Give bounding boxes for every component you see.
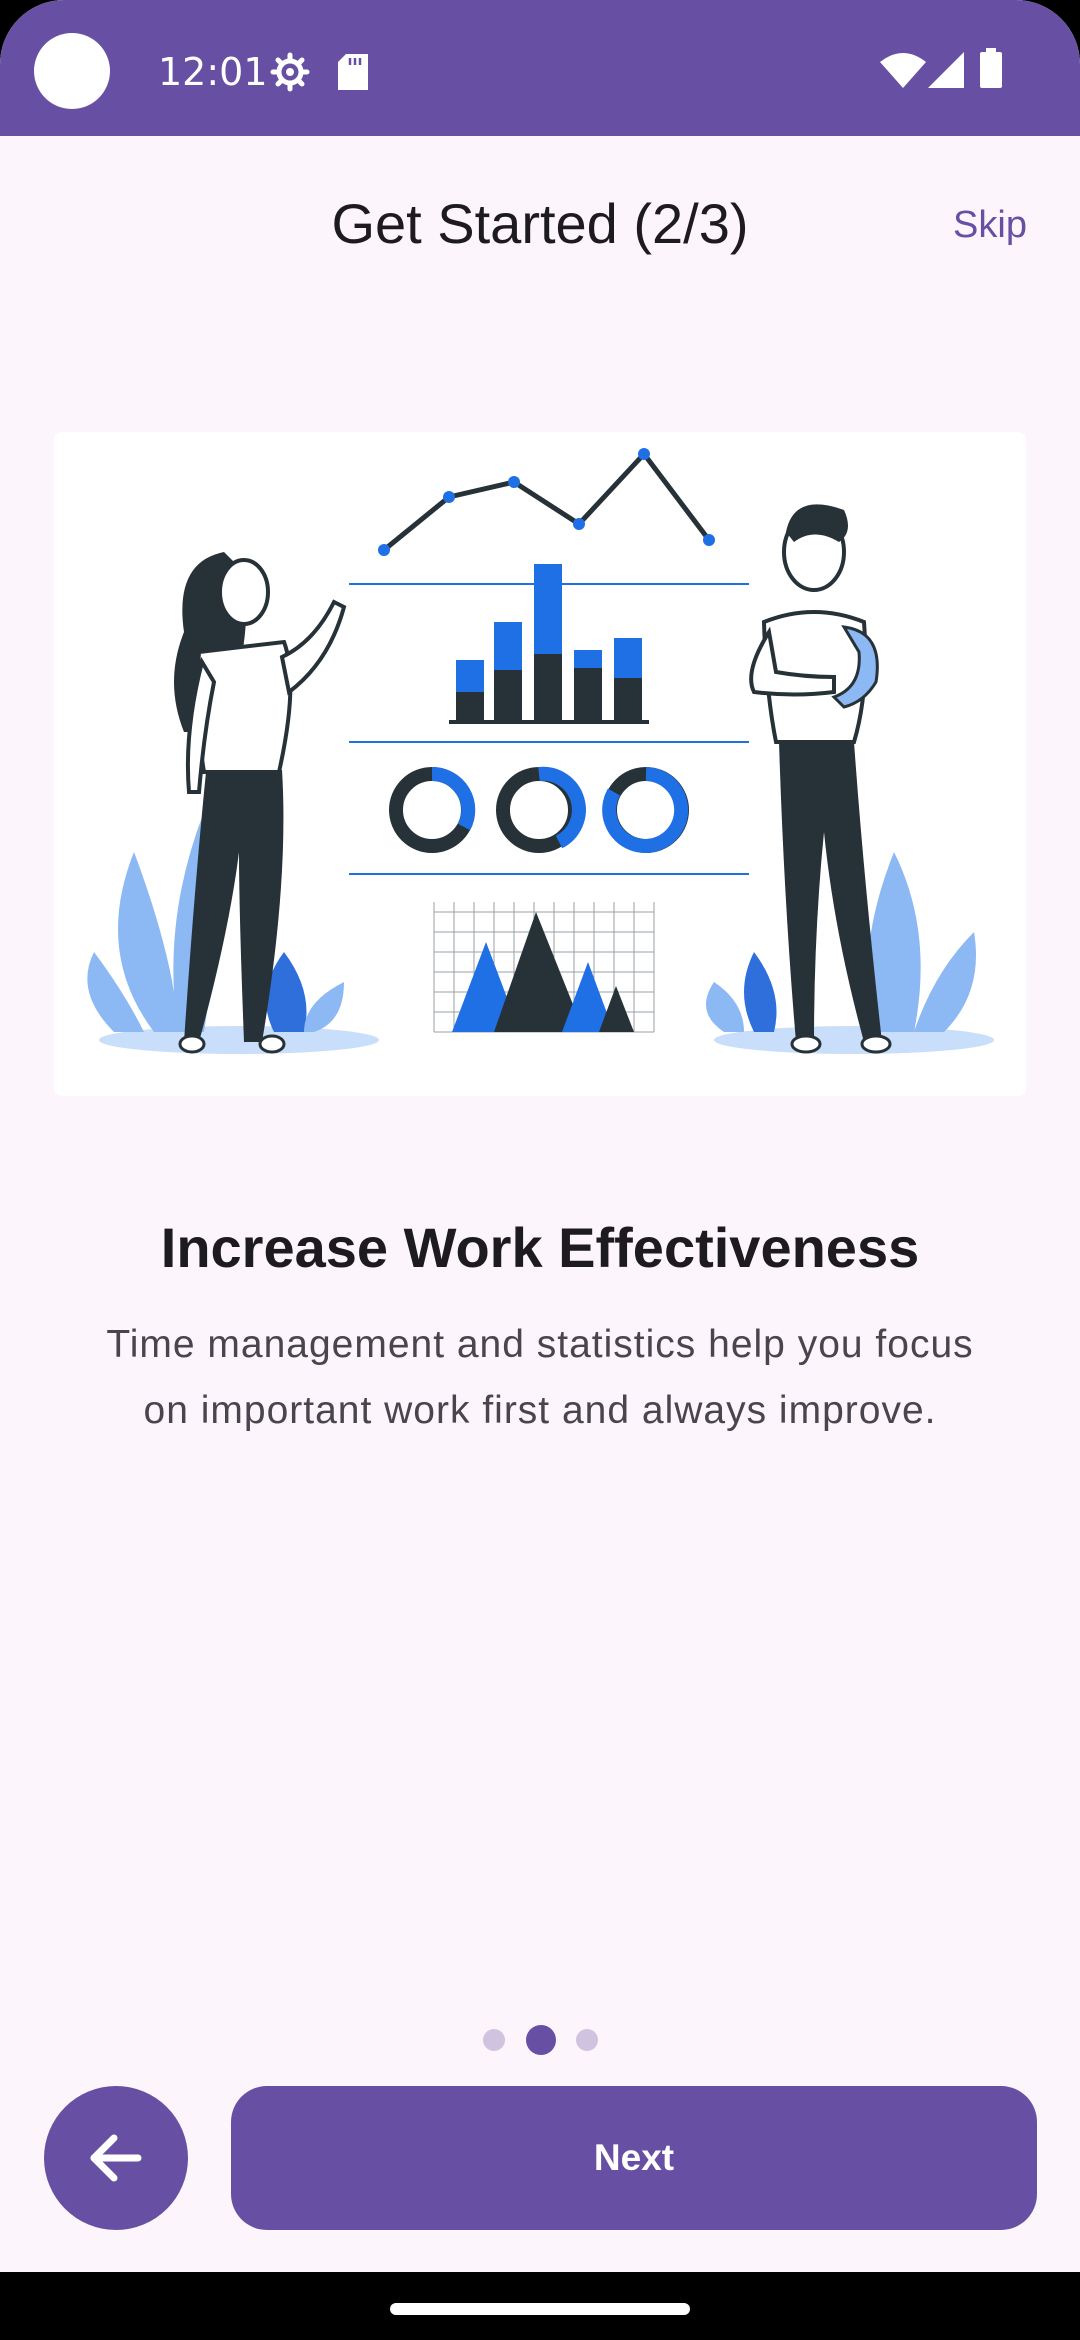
arrow-back-icon [90,2134,142,2182]
woman-figure-graphic [174,552,347,1054]
settings-icon [270,52,310,92]
page-indicator-dot-1 [483,2029,505,2051]
onboarding-description: Time management and statistics help you … [60,1312,1020,1444]
camera-cutout [34,33,110,109]
status-time: 12:01 [158,50,268,94]
man-figure-graphic [749,504,892,1054]
home-gesture-handle[interactable] [390,2303,690,2315]
description-line-1: Time management and statistics help you … [106,1323,974,1366]
line-chart-graphic [378,448,715,556]
work-effectiveness-illustration [54,432,1026,1096]
status-bar: 12:01 [0,0,1080,136]
page-indicator-dot-2-active [526,2025,556,2055]
area-chart-graphic [433,902,655,1033]
donut-charts-graphic [389,766,689,853]
cellular-signal-icon [928,52,964,88]
page-title: Get Started (2/3) [331,192,749,255]
page-indicator-dot-3 [576,2029,598,2051]
back-button[interactable] [44,2086,188,2230]
bar-chart-graphic [449,564,649,724]
sd-card-icon [338,54,368,90]
screen: 12:01 Get Started (2/3) Skip Increase Wo… [0,0,1080,2340]
onboarding-heading: Increase Work Effectiveness [160,1216,920,1279]
battery-icon [980,48,1002,88]
next-button[interactable]: Next [231,2086,1037,2230]
wifi-icon [880,53,926,88]
skip-button[interactable]: Skip [930,190,1050,260]
description-line-2: on important work first and always impro… [143,1389,937,1432]
